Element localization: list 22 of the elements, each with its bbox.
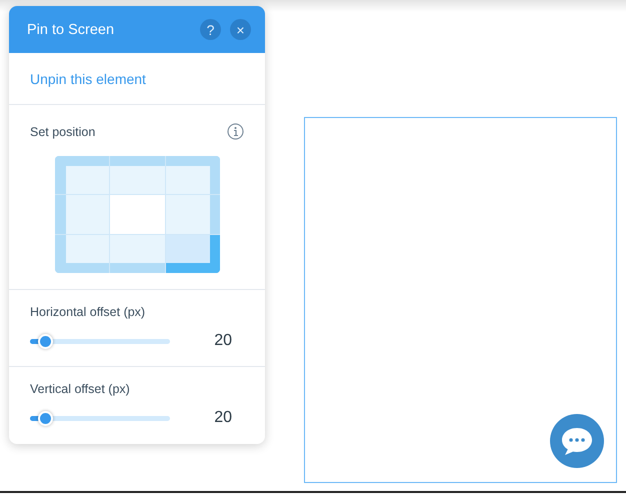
position-cell[interactable] [166, 234, 220, 273]
slider-thumb[interactable] [38, 410, 54, 426]
position-cell[interactable] [110, 234, 165, 273]
section-label: Set position [30, 124, 96, 138]
position-cell[interactable] [55, 156, 110, 194]
slider-thumb[interactable] [38, 334, 54, 348]
position-cell[interactable] [166, 156, 220, 194]
panel-title: Pin to Screen [27, 22, 116, 38]
slider-value: 20 [214, 332, 232, 350]
position-cell[interactable] [55, 234, 110, 273]
position-cell[interactable] [166, 195, 220, 234]
slider-value: 20 [214, 409, 232, 427]
slider-label: Horizontal offset (px) [30, 305, 146, 319]
position-cell[interactable] [110, 156, 165, 194]
slider-label: Vertical offset (px) [30, 382, 131, 396]
help-button[interactable]: ? [200, 19, 221, 40]
info-icon[interactable] [227, 123, 244, 140]
position-cell[interactable] [55, 195, 110, 234]
unpin-link[interactable]: Unpin this element [30, 70, 146, 86]
position-cell[interactable] [110, 195, 165, 234]
close-button[interactable]: × [230, 19, 251, 40]
chat-button[interactable] [550, 414, 604, 468]
